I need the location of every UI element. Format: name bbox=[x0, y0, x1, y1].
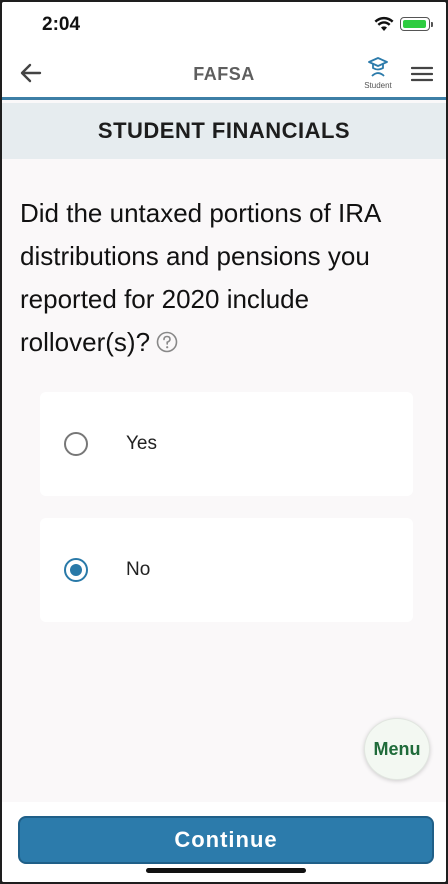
student-cap-icon bbox=[368, 57, 388, 77]
section-title: STUDENT FINANCIALS bbox=[97, 118, 351, 143]
section-header: STUDENT FINANCIALS bbox=[2, 103, 446, 159]
wifi-icon bbox=[374, 16, 394, 31]
app-screen: 2:04 FAFSA Student STUDENT FINANCIALS Di bbox=[0, 0, 448, 884]
home-indicator bbox=[146, 868, 306, 873]
option-no[interactable]: No bbox=[40, 518, 413, 622]
question-text: Did the untaxed portions of IRA distribu… bbox=[20, 192, 430, 364]
hamburger-icon[interactable] bbox=[411, 66, 433, 82]
student-role-button[interactable]: Student bbox=[360, 56, 396, 90]
status-time: 2:04 bbox=[42, 14, 81, 35]
battery-icon bbox=[400, 17, 433, 31]
menu-fab-button[interactable]: Menu bbox=[364, 718, 430, 780]
option-yes[interactable]: Yes bbox=[40, 392, 413, 496]
question-circle-icon[interactable] bbox=[156, 331, 178, 353]
status-bar: 2:04 bbox=[2, 2, 446, 48]
radio-yes[interactable] bbox=[64, 432, 88, 456]
option-yes-label: Yes bbox=[126, 433, 157, 454]
continue-button[interactable]: Continue bbox=[18, 816, 434, 864]
option-no-label: No bbox=[126, 559, 151, 580]
student-label: Student bbox=[364, 81, 392, 90]
question-label: Did the untaxed portions of IRA distribu… bbox=[20, 198, 380, 357]
navigation-bar: FAFSA Student bbox=[2, 48, 446, 100]
menu-fab-label: Menu bbox=[373, 739, 421, 759]
radio-no[interactable] bbox=[64, 558, 88, 582]
